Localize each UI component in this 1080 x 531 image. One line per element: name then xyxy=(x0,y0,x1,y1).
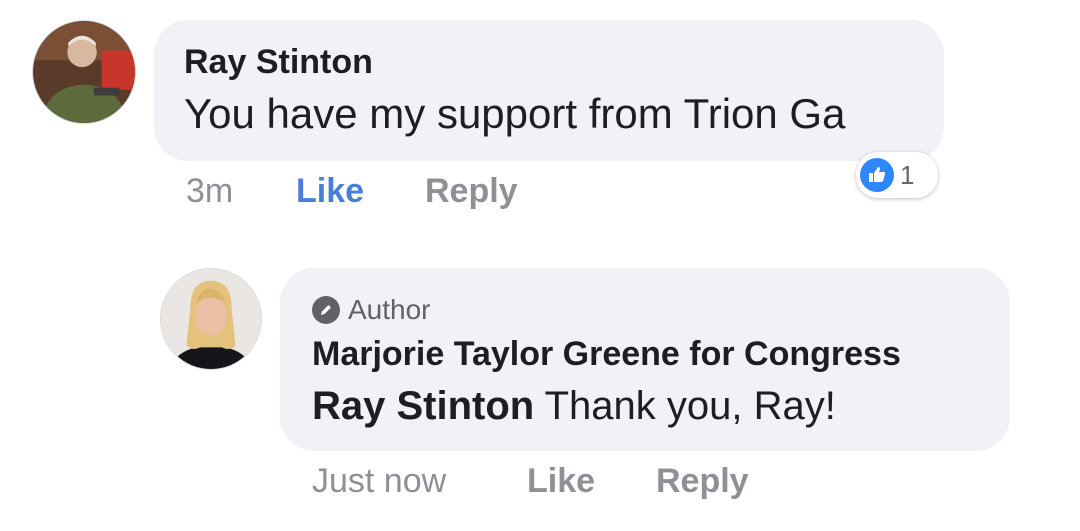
comment-author-name[interactable]: Ray Stinton xyxy=(184,42,944,82)
reaction-count: 1 xyxy=(900,159,915,190)
reply-text: Thank you, Ray! xyxy=(544,384,836,428)
thumbs-up-icon xyxy=(860,158,894,192)
author-badge: Author xyxy=(312,292,1010,328)
reply-content: Ray Stinton Thank you, Ray! xyxy=(312,380,1010,432)
reply-timestamp[interactable]: Just now xyxy=(312,462,446,501)
reply-mention[interactable]: Ray Stinton xyxy=(312,384,534,428)
reply-reply-button[interactable]: Reply xyxy=(656,462,749,501)
reply-author-name[interactable]: Marjorie Taylor Greene for Congress xyxy=(312,332,1010,376)
comment-text: You have my support from Trion Ga xyxy=(184,90,846,137)
reaction-summary[interactable]: 1 xyxy=(856,152,938,198)
comment-bubble: Ray Stinton You have my support from Tri… xyxy=(154,20,944,161)
commenter-avatar[interactable] xyxy=(32,20,136,124)
reply-like-button[interactable]: Like xyxy=(527,462,595,501)
reply-bubble: Author Marjorie Taylor Greene for Congre… xyxy=(280,268,1010,451)
author-badge-label: Author xyxy=(348,294,431,325)
reply-author-avatar[interactable] xyxy=(160,268,262,370)
pencil-icon xyxy=(312,296,340,324)
comment-like-button[interactable]: Like xyxy=(296,172,364,211)
comment-timestamp[interactable]: 3m xyxy=(186,172,233,211)
comment-reply-button[interactable]: Reply xyxy=(425,172,518,211)
